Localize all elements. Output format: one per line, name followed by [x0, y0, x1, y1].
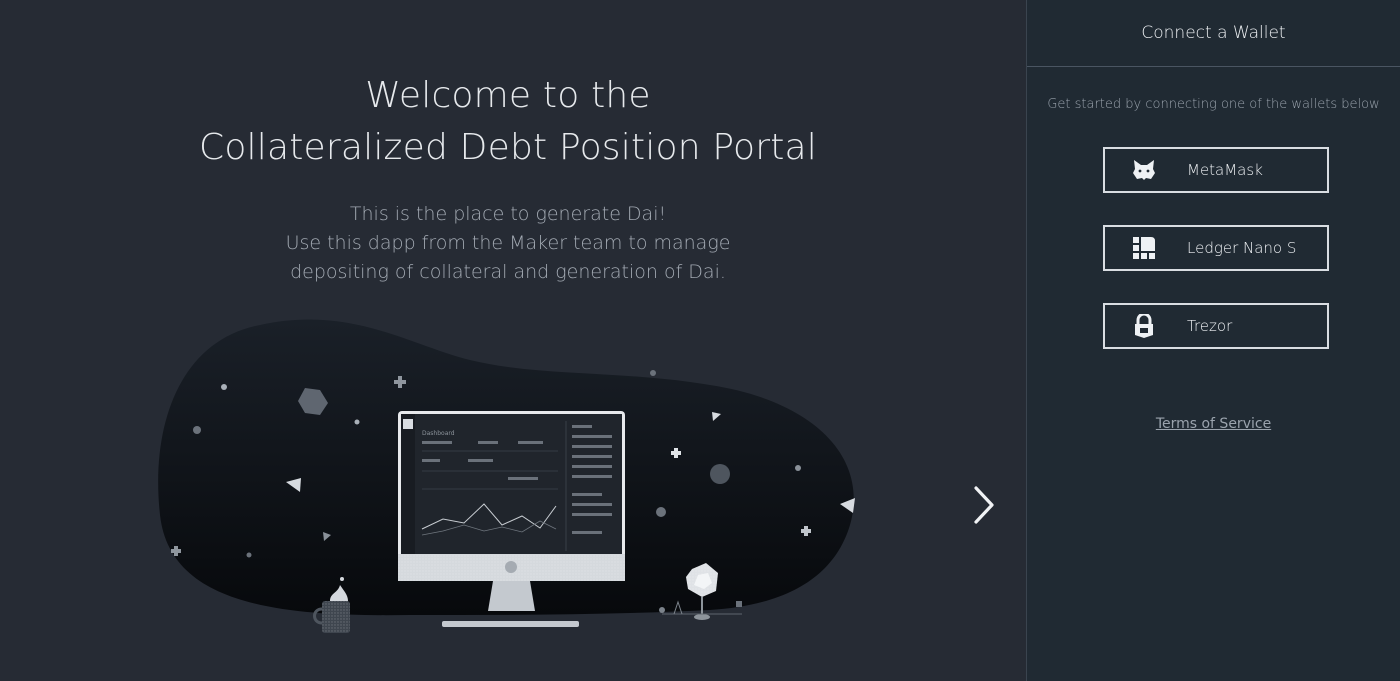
lock-icon	[1131, 313, 1157, 339]
sidebar-header: Connect a Wallet	[1027, 0, 1400, 67]
monitor-camera	[505, 561, 517, 573]
floating-dot-3	[246, 552, 252, 558]
trezor-label: Trezor	[1187, 317, 1233, 335]
monitor-screen-logo	[403, 419, 413, 429]
connect-wallet-sidebar: Connect a Wallet Get started by connecti…	[1026, 0, 1400, 681]
floating-dot-5	[650, 370, 656, 376]
ledger-icon	[1131, 235, 1157, 261]
metamask-button[interactable]: MetaMask	[1103, 147, 1329, 193]
trezor-button[interactable]: Trezor	[1103, 303, 1329, 349]
hero-subtitle: This is the place to generate Dai! Use t…	[0, 200, 1016, 287]
terms-of-service-link[interactable]: Terms of Service	[1027, 416, 1400, 432]
hero-subtitle-line-3: depositing of collateral and generation …	[290, 261, 726, 283]
hero-subtitle-line-1: This is the place to generate Dai!	[349, 203, 667, 225]
monitor-screen-title: Dashboard	[422, 430, 455, 437]
hero-title-line-1: Welcome to the	[365, 75, 651, 116]
sidebar-title: Connect a Wallet	[1141, 23, 1286, 43]
floating-dot-2	[354, 419, 360, 425]
floating-dot-4	[795, 465, 801, 471]
hero-title: Welcome to the Collateralized Debt Posit…	[0, 70, 1016, 174]
chevron-right-icon[interactable]	[966, 484, 1002, 526]
welcome-panel: Welcome to the Collateralized Debt Posit…	[0, 0, 1026, 681]
floating-dot-7	[656, 507, 666, 517]
app-root: Welcome to the Collateralized Debt Posit…	[0, 0, 1400, 681]
fox-icon	[1131, 157, 1157, 183]
metamask-label: MetaMask	[1187, 161, 1263, 179]
ledger-nano-s-label: Ledger Nano S	[1187, 239, 1297, 257]
hero-subtitle-line-2: Use this dapp from the Maker team to man…	[285, 232, 731, 254]
floating-dot-6	[193, 426, 201, 434]
dashboard-illustration: Dashboard	[158, 319, 855, 633]
monitor-screen-sidebar	[401, 414, 415, 554]
monitor-base	[442, 621, 579, 627]
monitor-stand	[488, 581, 535, 611]
floating-sphere-1	[710, 464, 730, 484]
ledger-nano-s-button[interactable]: Ledger Nano S	[1103, 225, 1329, 271]
hero-title-line-2: Collateralized Debt Position Portal	[198, 127, 817, 168]
floating-dot-1	[221, 384, 227, 390]
sidebar-intro: Get started by connecting one of the wal…	[1047, 97, 1380, 112]
